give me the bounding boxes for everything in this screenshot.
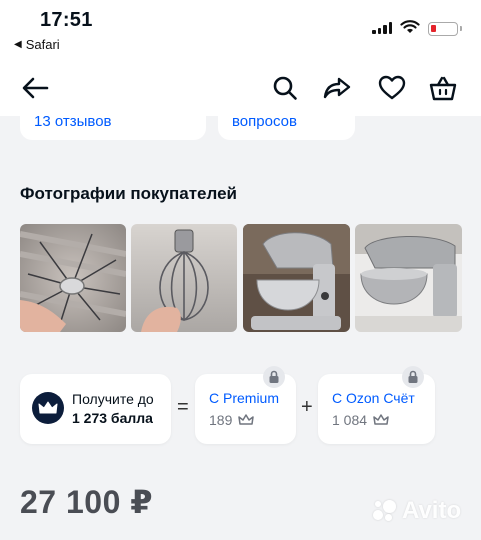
avito-logo-icon <box>372 498 398 524</box>
customer-photo-3[interactable] <box>243 224 350 332</box>
ozon-account-points-value: 1 084 <box>332 412 368 428</box>
wifi-icon <box>400 20 420 33</box>
bonus-points-value: 1 273 балла <box>72 410 153 426</box>
status-bar: 17:51 ◀ Safari <box>0 0 481 60</box>
reviews-label: 13 отзывов <box>34 113 112 130</box>
ozon-account-option-card[interactable]: С Ozon Счёт 1 084 <box>318 366 435 444</box>
premium-option-value-row: 189 <box>209 412 255 428</box>
customer-photo-1[interactable] <box>20 224 126 332</box>
equals-sign: = <box>177 396 189 418</box>
questions-card[interactable]: вопросов <box>218 104 355 140</box>
status-time: 17:51 <box>40 9 93 31</box>
search-icon[interactable] <box>270 73 300 103</box>
share-icon[interactable] <box>322 73 352 103</box>
plus-sign: + <box>301 396 313 418</box>
crown-icon <box>238 414 255 425</box>
basket-icon[interactable] <box>428 73 458 103</box>
heart-icon[interactable] <box>377 73 407 103</box>
ozon-account-option-value-row: 1 084 <box>332 412 389 428</box>
lock-icon <box>402 366 424 388</box>
back-app-label: Safari <box>25 37 60 52</box>
bonus-text: Получите до 1 273 балла <box>72 390 154 428</box>
customer-photo-4[interactable] <box>355 224 462 332</box>
premium-option-title: С Premium <box>209 390 280 406</box>
ozon-account-option-title: С Ozon Счёт <box>332 390 415 406</box>
back-arrow-icon[interactable] <box>20 73 50 103</box>
bonus-points-card[interactable]: Получите до 1 273 балла <box>20 374 171 444</box>
avito-watermark-text: Avito <box>402 497 462 524</box>
section-title-customer-photos: Фотографии покупателей <box>20 184 237 203</box>
back-triangle-icon: ◀ <box>14 39 22 50</box>
premium-points-value: 189 <box>209 412 233 428</box>
crown-icon <box>373 414 389 425</box>
back-to-app-link[interactable]: ◀ Safari <box>14 37 60 52</box>
reviews-card[interactable]: 13 отзывов <box>20 104 206 140</box>
questions-label: вопросов <box>232 113 297 130</box>
battery-icon <box>428 22 462 36</box>
crown-badge-icon <box>32 392 64 424</box>
product-price: 27 100 ₽ <box>20 484 154 520</box>
bonus-line-1: Получите до <box>72 391 154 407</box>
premium-option-card[interactable]: С Premium 189 <box>195 366 296 444</box>
lock-icon <box>263 366 285 388</box>
cellular-signal-icon <box>372 22 392 34</box>
customer-photo-2[interactable] <box>131 224 237 332</box>
avito-watermark: Avito <box>372 497 461 525</box>
